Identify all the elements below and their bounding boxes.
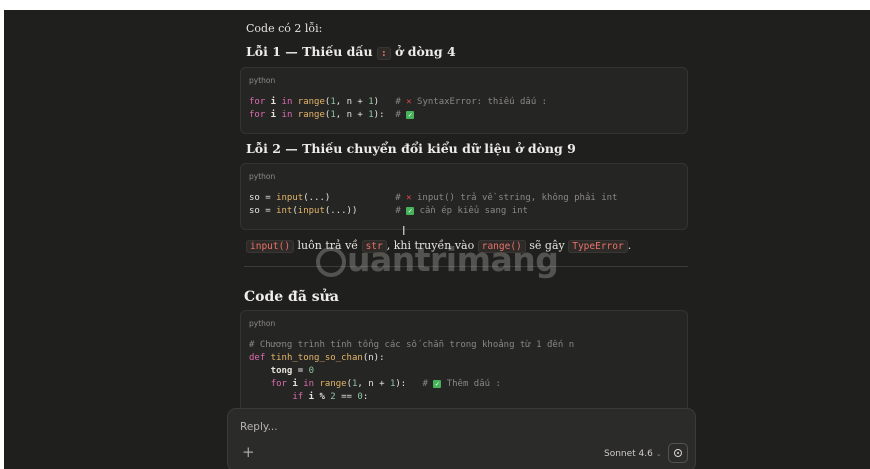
fixed-code-heading: Code đã sửa (244, 289, 339, 305)
model-selector[interactable]: Sonnet 4.6 ⌄ (604, 449, 662, 459)
chevron-down-icon: ⌄ (655, 450, 662, 458)
inline-code: TypeError (568, 240, 628, 253)
voice-icon (674, 449, 682, 457)
code-language-label: python (249, 76, 276, 85)
reply-composer[interactable]: Reply... + Sonnet 4.6 ⌄ (227, 408, 696, 469)
watermark-logo: uantrimang (316, 240, 566, 282)
check-mark-icon: ✓ (406, 206, 415, 215)
code-content: so = input(...) # ✕ input() trả về strin… (249, 193, 618, 216)
inline-code: input() (246, 240, 295, 253)
code-language-label: python (249, 172, 276, 181)
intro-text: Code có 2 lỗi: (246, 22, 323, 35)
code-block-error1: python for i in range(1, n + 1) # ✕ Synt… (240, 67, 688, 134)
code-content: # Chương trình tính tổng các số chẵn tro… (249, 340, 575, 402)
voice-mode-button[interactable] (668, 443, 688, 463)
error1-heading: Lỗi 1 — Thiếu dấu : ở dòng 4 (246, 44, 456, 60)
code-block-error2: python so = input(...) # ✕ input() trả v… (240, 163, 688, 230)
check-mark-icon: ✓ (406, 110, 415, 119)
chat-window: Code có 2 lỗi: Lỗi 1 — Thiếu dấu : ở dòn… (4, 10, 870, 469)
error2-heading: Lỗi 2 — Thiếu chuyển đổi kiểu dữ liệu ở … (246, 141, 576, 156)
inline-code: : (376, 47, 391, 60)
code-language-label: python (249, 319, 276, 328)
reply-input[interactable]: Reply... (240, 421, 278, 433)
code-content: for i in range(1, n + 1) # ✕ SyntaxError… (249, 97, 548, 120)
add-attachment-button[interactable]: + (242, 443, 255, 461)
watermark-ring-icon (316, 247, 346, 277)
text-cursor-icon: I (402, 224, 406, 238)
